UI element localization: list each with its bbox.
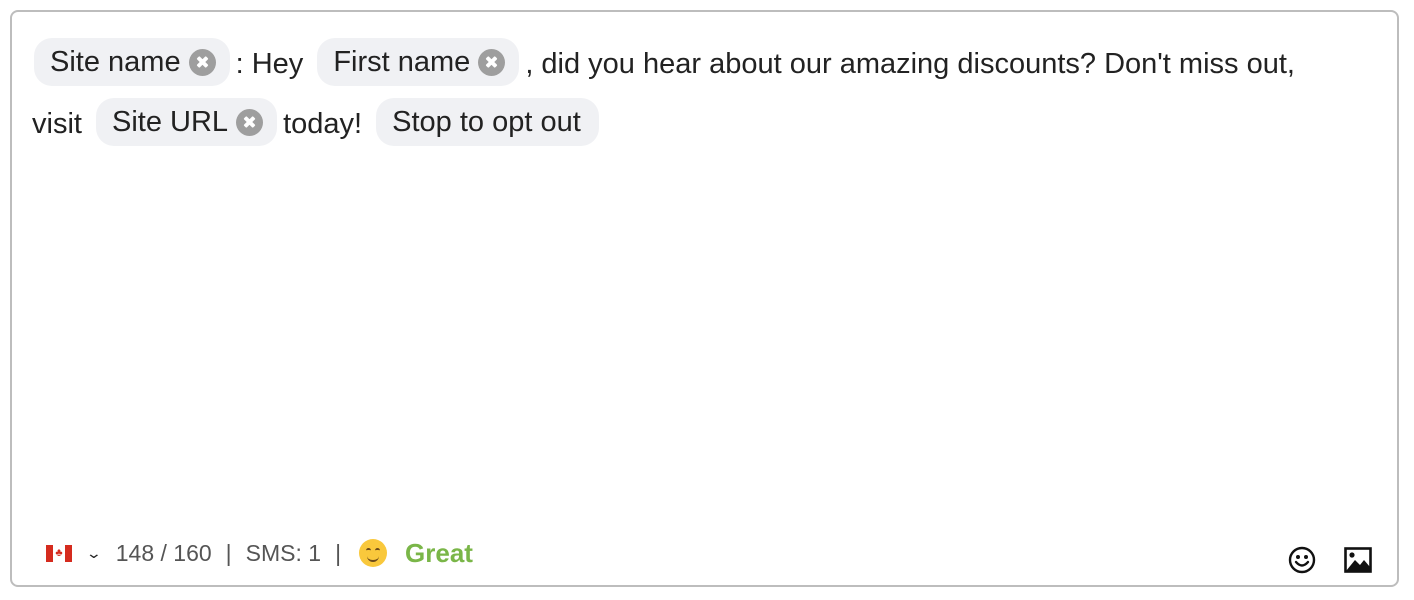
chip-label: First name (333, 46, 471, 79)
placeholder-chip-site-url[interactable]: Site URL (96, 98, 278, 147)
chip-label: Site URL (112, 106, 229, 139)
emoji-icon[interactable] (1287, 545, 1317, 575)
chip-label: Site name (50, 46, 181, 79)
divider: | (225, 539, 232, 566)
remove-chip-icon[interactable] (236, 108, 264, 136)
placeholder-chip-site-name[interactable]: Site name (34, 38, 230, 87)
message-text: today! (283, 108, 363, 140)
editor-tools (1287, 545, 1373, 575)
message-editor[interactable]: Site name : Hey First name , did you hea… (10, 10, 1399, 587)
editor-footer: ♣ ⌄ 148 / 160 | SMS: 1 | Great (44, 533, 473, 573)
placeholder-chip-first-name[interactable]: First name (317, 38, 520, 87)
smiling-face-icon (359, 539, 388, 567)
remove-chip-icon[interactable] (478, 48, 506, 76)
quality-label: Great (405, 537, 473, 568)
sms-count: SMS: 1 (245, 539, 322, 566)
divider: | (335, 539, 342, 566)
remove-chip-icon[interactable] (188, 48, 216, 76)
image-icon[interactable] (1343, 545, 1373, 575)
opt-out-chip[interactable]: Stop to opt out (376, 98, 599, 147)
message-content[interactable]: Site name : Hey First name , did you hea… (32, 34, 1327, 154)
message-text: : Hey (235, 48, 304, 80)
character-count: 148 / 160 (115, 539, 212, 566)
chip-label: Stop to opt out (392, 106, 581, 139)
canada-flag-icon[interactable]: ♣ (46, 544, 72, 562)
chevron-down-icon[interactable]: ⌄ (86, 545, 102, 562)
